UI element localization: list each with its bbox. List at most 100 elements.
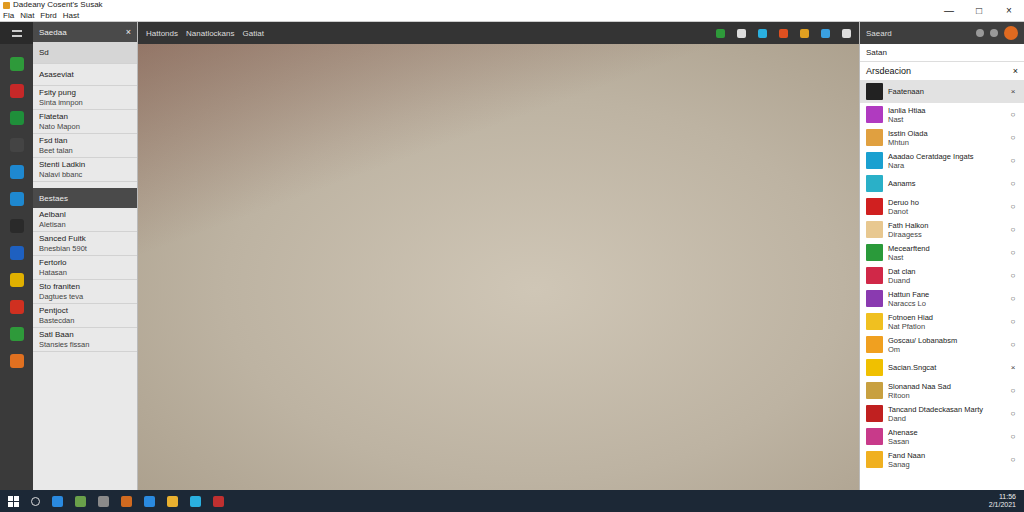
asset-item[interactable]: Fotnoen Hiad Nat Pfatlon ○ [860, 310, 1024, 333]
sidebar-item[interactable]: Sd [33, 42, 137, 64]
sidebar-item[interactable]: Sto franiten Dagtues teva [33, 280, 137, 304]
menu-item[interactable]: Fla [3, 11, 14, 21]
asset-item[interactable]: Isstin Oiada Mhtun ○ [860, 126, 1024, 149]
tool-icon[interactable] [10, 138, 24, 152]
app-icon[interactable] [75, 496, 86, 507]
item-action[interactable]: ○ [1008, 409, 1018, 418]
tool-icon[interactable] [758, 29, 767, 38]
asset-item[interactable]: Sacian.Sngcat × [860, 356, 1024, 379]
search-icon[interactable] [31, 497, 40, 506]
viewport-toolbar: Hattonds Nanatlockans Gatiat [138, 22, 859, 44]
window-control[interactable]: — [934, 0, 964, 21]
toolbar-tab[interactable]: Gatiat [243, 29, 264, 38]
asset-icon [866, 336, 883, 353]
menu-item[interactable]: Hast [63, 11, 79, 21]
menu-item[interactable]: Fbrd [40, 11, 56, 21]
tool-icon[interactable] [10, 219, 24, 233]
app-icon[interactable] [167, 496, 178, 507]
tool-icon[interactable] [716, 29, 725, 38]
tool-icon[interactable] [10, 57, 24, 71]
right-panel: Saeard Satan Arsdeacion × Faatenaan × Ia… [859, 22, 1024, 490]
close-button[interactable]: × [1013, 66, 1018, 76]
tool-icon[interactable] [10, 165, 24, 179]
windows-icon[interactable] [8, 496, 19, 507]
tool-icon[interactable] [737, 29, 746, 38]
sidebar-item[interactable]: Fsd tlan Beet talan [33, 134, 137, 158]
item-action[interactable]: ○ [1008, 455, 1018, 464]
tool-icon[interactable] [10, 84, 24, 98]
tool-icon[interactable] [10, 327, 24, 341]
tool-icon[interactable] [10, 354, 24, 368]
menu-item[interactable]: Niat [20, 11, 34, 21]
sidebar-item[interactable]: Fertorlo Hatasan [33, 256, 137, 280]
menu-icon[interactable] [12, 30, 22, 37]
item-action[interactable]: ○ [1008, 432, 1018, 441]
toolbar-tab[interactable]: Nanatlockans [186, 29, 234, 38]
app-icon[interactable] [144, 496, 155, 507]
item-action[interactable]: ○ [1008, 340, 1018, 349]
avatar-icon[interactable] [1004, 26, 1018, 40]
sidebar-item[interactable]: Fsity pung Sinta imnpon [33, 86, 137, 110]
item-action[interactable]: ○ [1008, 271, 1018, 280]
item-action[interactable]: ○ [1008, 317, 1018, 326]
asset-item[interactable]: Fath Halkon Diraagess ○ [860, 218, 1024, 241]
item-action[interactable]: ○ [1008, 202, 1018, 211]
app-icon[interactable] [98, 496, 109, 507]
item-action[interactable]: ○ [1008, 386, 1018, 395]
group-header[interactable]: Arsdeacion × [860, 62, 1024, 80]
toolbar-tab[interactable]: Hattonds [146, 29, 178, 38]
item-action[interactable]: ○ [1008, 225, 1018, 234]
asset-item[interactable]: Slonanad Naa Sad Ritoon ○ [860, 379, 1024, 402]
asset-item[interactable]: Aaadao Ceratdage Ingats Nara ○ [860, 149, 1024, 172]
app-window: Dadeany Cosent's Susak FlaNiatFbrdHast —… [0, 0, 1024, 512]
asset-item[interactable]: Fand Naan Sanag ○ [860, 448, 1024, 471]
asset-item[interactable]: Ahenase Sasan ○ [860, 425, 1024, 448]
asset-item[interactable]: Dat clan Duand ○ [860, 264, 1024, 287]
tool-icon[interactable] [10, 192, 24, 206]
item-action[interactable]: × [1008, 363, 1018, 372]
window-control[interactable]: × [994, 0, 1024, 21]
tool-icon[interactable] [779, 29, 788, 38]
item-action[interactable]: ○ [1008, 110, 1018, 119]
item-action[interactable]: ○ [1008, 133, 1018, 142]
sidebar-item[interactable]: Pentjoct Bastecdan [33, 304, 137, 328]
window-control[interactable]: □ [964, 0, 994, 21]
close-button[interactable]: × [126, 27, 131, 37]
tool-icon[interactable] [10, 111, 24, 125]
app-icon[interactable] [52, 496, 63, 507]
asset-item[interactable]: Tancand Dtadeckasan Marty Dand ○ [860, 402, 1024, 425]
asset-item[interactable]: Deruo ho Danot ○ [860, 195, 1024, 218]
sidebar-item[interactable]: Asaseviat [33, 64, 137, 86]
sidebar-item[interactable]: Stenti Ladkin Nalavi bbanc [33, 158, 137, 182]
tool-icon[interactable] [10, 246, 24, 260]
tool-icon[interactable] [10, 273, 24, 287]
scene-viewport[interactable] [138, 44, 859, 490]
section-header[interactable]: Bestaes [33, 188, 137, 208]
sidebar-item[interactable]: Aelbanl Aletisan [33, 208, 137, 232]
asset-item[interactable]: Hattun Fane Naraccs Lo ○ [860, 287, 1024, 310]
sidebar-item[interactable]: Sanced Fuitk Bnesbian 590t [33, 232, 137, 256]
sidebar-item[interactable]: Satl Baan Stansies fissan [33, 328, 137, 352]
asset-item[interactable]: Goscau/ Lobanabsm Om ○ [860, 333, 1024, 356]
app-icon[interactable] [213, 496, 224, 507]
item-action[interactable]: ○ [1008, 248, 1018, 257]
asset-item[interactable]: Aanams ○ [860, 172, 1024, 195]
tool-icon[interactable] [10, 300, 24, 314]
section-header[interactable]: Saedaa × [33, 22, 137, 42]
app-icon[interactable] [190, 496, 201, 507]
asset-item[interactable]: Mecearftend Nast ○ [860, 241, 1024, 264]
tool-icon[interactable] [842, 29, 851, 38]
tool-icon[interactable] [821, 29, 830, 38]
app-icon[interactable] [121, 496, 132, 507]
item-action[interactable]: ○ [1008, 294, 1018, 303]
asset-item[interactable]: Ianlia Htiaa Nast ○ [860, 103, 1024, 126]
settings-icon[interactable] [976, 29, 984, 37]
sidebar-item[interactable]: Flatetan Nato Mapon [33, 110, 137, 134]
clock: 11:56 2/1/2021 [989, 493, 1016, 509]
gear-icon[interactable] [990, 29, 998, 37]
asset-item[interactable]: Faatenaan × [860, 80, 1024, 103]
item-action[interactable]: ○ [1008, 156, 1018, 165]
item-action[interactable]: ○ [1008, 179, 1018, 188]
item-action[interactable]: × [1008, 87, 1018, 96]
tool-icon[interactable] [800, 29, 809, 38]
